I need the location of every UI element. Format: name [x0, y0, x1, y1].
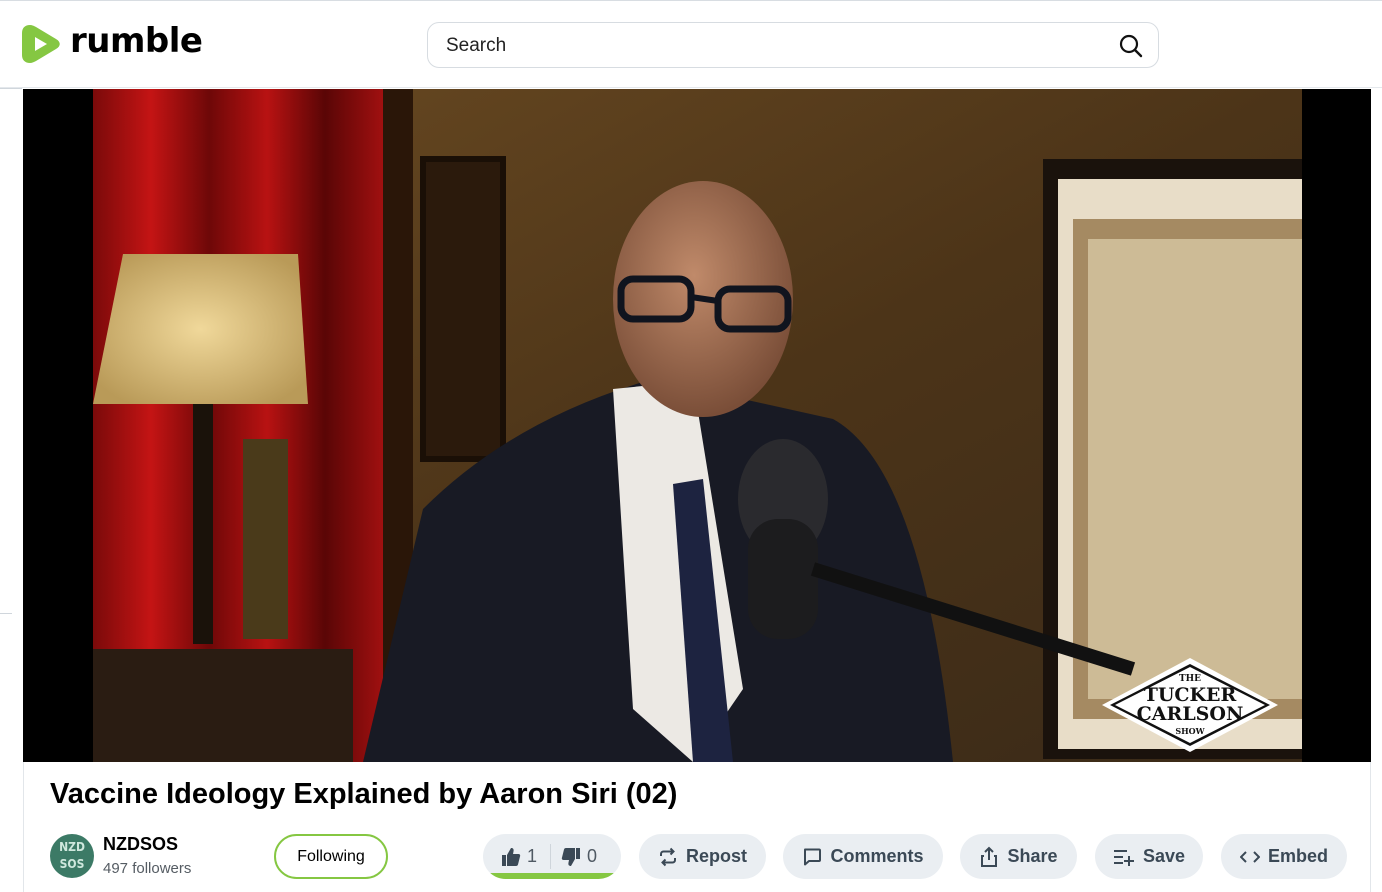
thumbs-down-icon [561, 847, 580, 866]
search-icon [1119, 34, 1143, 58]
repost-button[interactable]: Repost [639, 834, 766, 879]
like-count: 1 [527, 846, 538, 866]
rumble-logo[interactable]: rumble [22, 21, 203, 65]
comments-label: Comments [830, 846, 924, 866]
repost-icon [659, 847, 676, 866]
video-info: Vaccine Ideology Explained by Aaron Siri… [23, 762, 1371, 892]
embed-button[interactable]: Embed [1221, 834, 1347, 879]
video-frame[interactable]: THE TUCKER CARLSON SHOW [93, 89, 1302, 762]
video-title: Vaccine Ideology Explained by Aaron Siri… [50, 778, 678, 810]
following-button[interactable]: Following [274, 834, 388, 879]
comments-button[interactable]: Comments [783, 834, 943, 879]
search-button[interactable] [1118, 33, 1144, 59]
repost-label: Repost [685, 846, 747, 866]
embed-label: Embed [1267, 846, 1328, 866]
search-bar [427, 22, 1159, 68]
save-label: Save [1142, 846, 1186, 866]
vote-group: 1 0 [483, 834, 621, 879]
share-button[interactable]: Share [960, 834, 1077, 879]
search-input[interactable] [446, 33, 1106, 59]
share-label: Share [1007, 846, 1058, 866]
thumbs-up-icon [502, 847, 521, 866]
overlay-logo-line-3: CARLSON [1137, 703, 1244, 725]
divider [0, 613, 12, 614]
dislike-count: 0 [587, 846, 598, 866]
channel-avatar[interactable]: NZD SOS [50, 834, 94, 878]
follower-count: 497 followers [103, 860, 192, 877]
avatar-text-line-1: NZD [59, 840, 85, 854]
vote-divider [550, 844, 551, 869]
like-ratio-bar [483, 873, 621, 879]
comment-icon [804, 848, 822, 865]
brand-name: rumble [70, 21, 203, 61]
code-icon [1239, 850, 1260, 863]
divider [0, 88, 22, 89]
add-to-playlist-icon [1113, 849, 1134, 866]
save-button[interactable]: Save [1095, 834, 1203, 879]
overlay-logo-line-4: SHOW [1175, 726, 1205, 736]
share-icon [981, 846, 998, 867]
avatar-text-line-2: SOS [59, 857, 85, 871]
overlay-logo-line-1: THE [1179, 674, 1201, 684]
show-logo-overlay: THE TUCKER CARLSON SHOW [1102, 658, 1278, 752]
rumble-play-icon [22, 25, 60, 63]
channel-name[interactable]: NZDSOS [103, 834, 178, 855]
top-bar: rumble [0, 0, 1382, 88]
video-player[interactable]: THE TUCKER CARLSON SHOW [23, 89, 1371, 762]
